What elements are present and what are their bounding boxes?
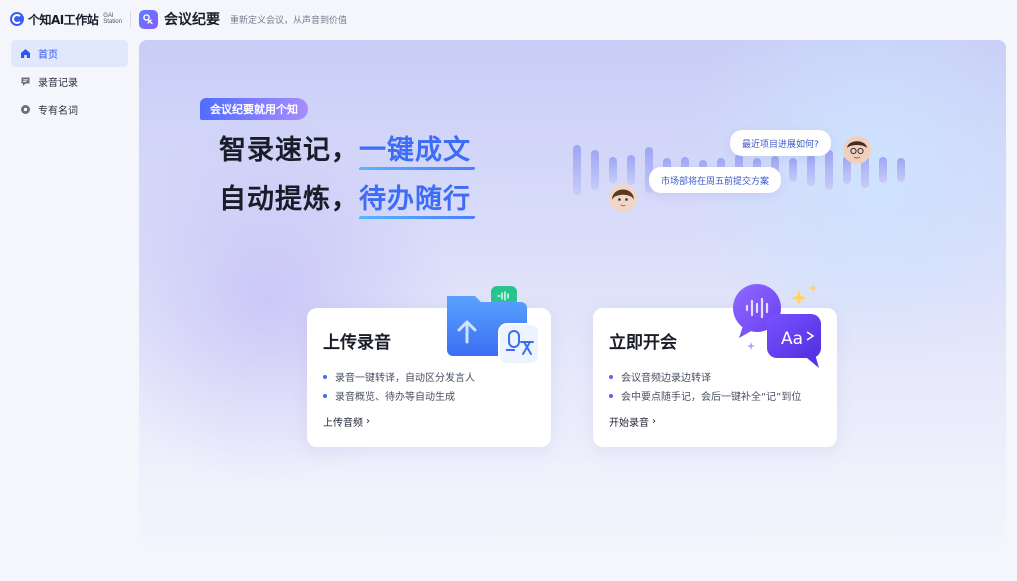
headline-line-2: 自动提炼，待办随行 bbox=[219, 177, 471, 216]
headline-line-2-plain: 自动提炼， bbox=[219, 184, 359, 215]
chevron-right-icon: › bbox=[652, 416, 656, 427]
live-transcribe-icon: Aa bbox=[733, 284, 821, 368]
glossary-icon bbox=[20, 104, 31, 115]
app-title: 会议纪要 bbox=[163, 12, 220, 28]
feature-text: 会议音频边录边转译 bbox=[621, 373, 711, 384]
meeting-app-icon bbox=[138, 9, 158, 29]
sidebar-item-label: 录音记录 bbox=[38, 78, 78, 89]
sidebar-item-recordings[interactable]: 录音记录 bbox=[11, 68, 128, 95]
headline-line-2-highlight: 待办随行 bbox=[359, 184, 471, 215]
brand-sub: GAI Station bbox=[103, 13, 122, 25]
recording-list-icon bbox=[20, 76, 31, 87]
feature-item: 录音概览、待办等自动生成 bbox=[323, 386, 535, 405]
feature-item: 会中要点随手记，会后一键补全“记”到位 bbox=[609, 386, 821, 405]
tagline-badge: 会议纪要就用个知 bbox=[200, 98, 308, 120]
headline-line-1: 智录速记，一键成文 bbox=[219, 128, 471, 167]
feature-text: 录音一键转译，自动区分发言人 bbox=[335, 373, 475, 384]
brand-sub-line-2: Station bbox=[103, 19, 122, 25]
upload-folder-icon bbox=[447, 286, 540, 365]
headline-line-1-highlight: 一键成文 bbox=[359, 135, 471, 166]
feature-list: 录音一键转译，自动区分发言人 录音概览、待办等自动生成 bbox=[323, 367, 535, 405]
chevron-right-icon: › bbox=[366, 416, 370, 427]
feature-text: 会中要点随手记，会后一键补全“记”到位 bbox=[621, 392, 802, 403]
top-bar: 个知AI工作站 GAI Station 会议纪要 重新定义会议，从声音到价值 bbox=[0, 0, 1017, 38]
home-icon bbox=[20, 48, 31, 59]
chat-bubble-answer: 市场部将在周五前提交方案 bbox=[649, 167, 782, 193]
feature-text: 录音概览、待办等自动生成 bbox=[335, 392, 455, 403]
brand-name: 个知AI工作站 bbox=[28, 12, 99, 27]
chat-bubble-question: 最近项目进展如何? bbox=[730, 130, 831, 156]
sidebar-item-home[interactable]: 首页 bbox=[11, 40, 128, 67]
upload-audio-link[interactable]: 上传音频 › bbox=[323, 414, 370, 429]
main-panel: 会议纪要就用个知 智录速记，一键成文 自动提炼，待办随行 最近项目进展如何? 市… bbox=[139, 40, 1006, 569]
start-recording-link[interactable]: 开始录音 › bbox=[609, 414, 656, 429]
bullet-dot bbox=[609, 374, 613, 379]
bullet-dot bbox=[323, 393, 327, 398]
divider bbox=[129, 11, 131, 27]
bullet-dot bbox=[323, 374, 327, 379]
sidebar: 首页 录音记录 专有名词 bbox=[11, 40, 128, 124]
brand-logo-icon bbox=[10, 12, 24, 26]
headline-line-1-plain: 智录速记， bbox=[219, 135, 359, 166]
sidebar-item-label: 首页 bbox=[38, 50, 58, 61]
svg-text:Aa: Aa bbox=[781, 329, 803, 349]
sidebar-item-label: 专有名词 bbox=[38, 106, 78, 117]
avatar-male bbox=[843, 136, 871, 164]
link-label: 开始录音 bbox=[609, 418, 649, 429]
sidebar-item-glossary[interactable]: 专有名词 bbox=[11, 96, 128, 123]
feature-list: 会议音频边录边转译 会中要点随手记，会后一键补全“记”到位 bbox=[609, 367, 821, 405]
bullet-dot bbox=[609, 393, 613, 398]
link-label: 上传音频 bbox=[323, 418, 363, 429]
app-slogan: 重新定义会议，从声音到价值 bbox=[229, 15, 347, 26]
avatar-female bbox=[609, 184, 637, 212]
